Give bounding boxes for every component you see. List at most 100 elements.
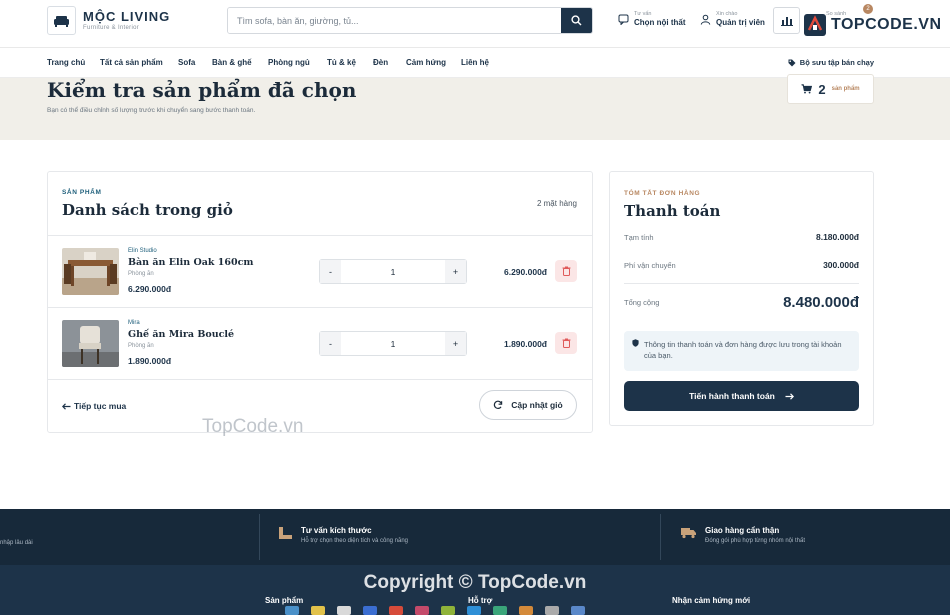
logo-subtitle: Furniture & Interior bbox=[83, 25, 140, 31]
info-notice: Thông tin thanh toán và đơn hàng được lư… bbox=[624, 331, 859, 371]
total-row: Tổng cộng 8.480.000đ bbox=[624, 294, 859, 311]
taskbar-app-icon[interactable] bbox=[467, 606, 481, 615]
nav-item-lamps[interactable]: Đèn bbox=[373, 58, 388, 67]
taskbar-app-icon[interactable] bbox=[519, 606, 533, 615]
copyright-text: Copyright © TopCode.vn bbox=[363, 572, 587, 593]
account-link[interactable]: Xin chào Quản trị viên bbox=[700, 11, 765, 28]
sofa-logo-icon[interactable] bbox=[47, 6, 76, 35]
page-title: Kiểm tra sản phẩm đã chọn bbox=[47, 78, 357, 102]
bestseller-label: Bộ sưu tập bán chạy bbox=[799, 58, 874, 67]
product-room: Phòng ăn bbox=[128, 343, 154, 349]
summary-eyebrow: TÓM TẮT ĐƠN HÀNG bbox=[624, 190, 701, 197]
nav-item-sofa[interactable]: Sofa bbox=[178, 58, 195, 67]
bestseller-link[interactable]: Bộ sưu tập bán chạy bbox=[788, 58, 874, 67]
update-cart-label: Cập nhật giỏ bbox=[511, 400, 563, 410]
product-image[interactable] bbox=[62, 320, 119, 367]
update-cart-button[interactable]: Cập nhật giỏ bbox=[479, 390, 577, 420]
cart-eyebrow: SẢN PHẨM bbox=[62, 189, 102, 196]
brand-mark-text: TOPCODE.VN bbox=[831, 16, 942, 33]
footer-col-newsletter[interactable]: Nhận cảm hứng mới bbox=[672, 596, 750, 605]
product-name[interactable]: Bàn ăn Elin Oak 160cm bbox=[128, 257, 253, 268]
user-icon bbox=[700, 14, 711, 25]
feature-divider bbox=[660, 514, 661, 560]
shipping-row: Phí vận chuyển 300.000đ bbox=[624, 260, 859, 270]
product-brand: Elin Studio bbox=[128, 248, 157, 254]
admin-small: Xin chào bbox=[716, 11, 738, 17]
nav-item-inspiration[interactable]: Cảm hứng bbox=[406, 58, 446, 67]
taskbar-app-icon[interactable] bbox=[389, 606, 403, 615]
taskbar-app-icon[interactable] bbox=[545, 606, 559, 615]
summary-title: Thanh toán bbox=[624, 202, 721, 220]
arrow-left-icon bbox=[62, 402, 71, 410]
checkout-button[interactable]: Tiến hành thanh toán bbox=[624, 381, 859, 411]
footer-features: nhập lâu dài Tư vấn kích thước Hỗ trợ ch… bbox=[0, 509, 950, 565]
taskbar-app-icon[interactable] bbox=[337, 606, 351, 615]
taskbar-app-icon[interactable] bbox=[285, 606, 299, 615]
nav-item-bedroom[interactable]: Phòng ngủ bbox=[268, 58, 310, 67]
increase-button[interactable]: + bbox=[445, 332, 466, 355]
stats-button[interactable] bbox=[773, 7, 800, 34]
advise-big: Chọn nội thất bbox=[634, 18, 686, 27]
continue-shopping-link[interactable]: Tiếp tục mua bbox=[62, 401, 126, 411]
feature-divider bbox=[259, 514, 260, 560]
nav-item-home[interactable]: Trang chủ bbox=[47, 58, 85, 67]
arrow-right-icon bbox=[785, 392, 794, 400]
taskbar-app-icon[interactable] bbox=[363, 606, 377, 615]
advise-link[interactable]: Tư vấn Chọn nội thất bbox=[618, 11, 686, 28]
remove-item-button[interactable] bbox=[555, 332, 577, 354]
total-label: Tổng cộng bbox=[624, 298, 660, 307]
feature-desc: Hỗ trợ chọn theo diện tích và công năng bbox=[301, 538, 409, 544]
ruler-icon bbox=[279, 527, 292, 539]
trash-icon bbox=[562, 338, 570, 348]
subtotal-value: 8.180.000đ bbox=[815, 232, 859, 242]
footer-col-products[interactable]: Sản phẩm bbox=[265, 596, 303, 605]
total-value: 8.480.000đ bbox=[783, 294, 859, 311]
cart-icon bbox=[801, 84, 813, 94]
remove-item-button[interactable] bbox=[555, 260, 577, 282]
feature-fragment: nhập lâu dài bbox=[0, 540, 33, 546]
page-subtitle: Bạn có thể điều chỉnh số lượng trước khi… bbox=[47, 107, 256, 114]
quantity-value[interactable]: 1 bbox=[341, 267, 445, 277]
footer-col-support[interactable]: Hỗ trợ bbox=[468, 596, 492, 605]
quantity-value[interactable]: 1 bbox=[341, 339, 445, 349]
shield-icon bbox=[632, 339, 639, 347]
taskbar-app-icon[interactable] bbox=[311, 606, 325, 615]
search-button[interactable] bbox=[561, 8, 592, 33]
advise-small: Tư vấn bbox=[634, 11, 652, 17]
topcode-logo-icon bbox=[804, 14, 826, 36]
summary-divider bbox=[624, 283, 859, 284]
taskbar-app-icon[interactable] bbox=[493, 606, 507, 615]
taskbar-app-icon[interactable] bbox=[415, 606, 429, 615]
order-summary-panel: TÓM TẮT ĐƠN HÀNG Thanh toán Tạm tính 8.1… bbox=[609, 171, 874, 426]
admin-big: Quản trị viên bbox=[716, 18, 765, 27]
feature-item: Tư vấn kích thước Hỗ trợ chọn theo diện … bbox=[278, 526, 408, 544]
taskbar-icons bbox=[285, 606, 585, 615]
decrease-button[interactable]: - bbox=[320, 332, 341, 355]
search-bar bbox=[227, 7, 593, 34]
product-name[interactable]: Ghế ăn Mira Bouclé bbox=[128, 329, 234, 340]
site-header: MỘC LIVING Furniture & Interior Tư vấn C… bbox=[0, 0, 950, 48]
quantity-stepper: - 1 + bbox=[319, 331, 467, 356]
cart-title: Danh sách trong giỏ bbox=[62, 201, 233, 219]
nav-item-contact[interactable]: Liên hệ bbox=[461, 58, 489, 67]
cart-count-unit: sản phẩm bbox=[831, 86, 860, 92]
tag-icon bbox=[788, 59, 796, 66]
nav-item-all-products[interactable]: Tất cả sản phẩm bbox=[100, 58, 163, 67]
product-image[interactable] bbox=[62, 248, 119, 295]
logo-title[interactable]: MỘC LIVING bbox=[83, 9, 170, 24]
nav-item-cabinets[interactable]: Tủ & kệ bbox=[327, 58, 356, 67]
bar-chart-icon bbox=[780, 17, 793, 26]
cart-count-box: 2 sản phẩm bbox=[787, 74, 874, 104]
chat-icon bbox=[618, 14, 629, 25]
increase-button[interactable]: + bbox=[445, 260, 466, 283]
feature-title: Giao hàng cẩn thận bbox=[705, 526, 780, 535]
taskbar-app-icon[interactable] bbox=[441, 606, 455, 615]
line-total: 6.290.000đ bbox=[503, 267, 547, 277]
taskbar-app-icon[interactable] bbox=[571, 606, 585, 615]
page-hero: Kiểm tra sản phẩm đã chọn Bạn có thể điề… bbox=[0, 74, 950, 140]
decrease-button[interactable]: - bbox=[320, 260, 341, 283]
search-input[interactable] bbox=[228, 8, 561, 33]
watermark-text: TopCode.vn bbox=[202, 416, 304, 437]
checkout-label: Tiến hành thanh toán bbox=[689, 391, 775, 401]
nav-item-tables-chairs[interactable]: Bàn & ghế bbox=[212, 58, 252, 67]
